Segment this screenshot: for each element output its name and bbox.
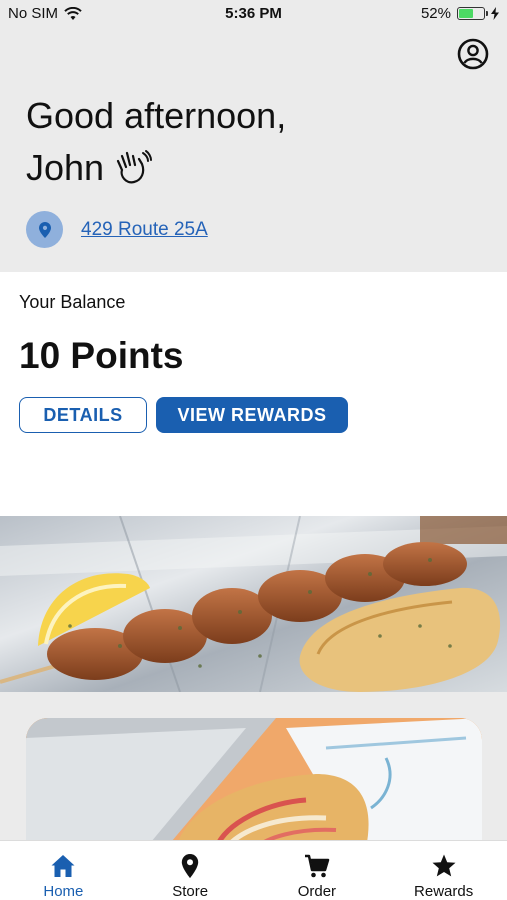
promo-food-image[interactable]	[0, 516, 507, 692]
gyro-wrap-illustration	[26, 718, 482, 848]
star-icon	[432, 854, 456, 877]
waving-hand-icon	[116, 150, 153, 184]
location-pin-badge	[26, 211, 63, 248]
promo-card-gyro[interactable]	[26, 718, 482, 848]
tab-store[interactable]: Store	[127, 841, 254, 900]
battery-percent: 52%	[420, 5, 451, 22]
location-pin-icon	[38, 221, 51, 238]
battery-fill	[459, 9, 473, 18]
status-bar: No SIM 5:36 PM 52%	[0, 0, 507, 28]
location-pin-icon	[181, 854, 199, 878]
home-icon	[51, 855, 75, 877]
user-name: John	[26, 147, 105, 188]
souvlaki-plate-illustration	[0, 516, 507, 692]
greeting-line-2: John	[26, 142, 286, 194]
tab-label: Order	[297, 883, 337, 900]
tab-order[interactable]: Order	[254, 841, 381, 900]
balance-label: Your Balance	[19, 292, 126, 312]
view-rewards-button[interactable]: VIEW REWARDS	[156, 397, 348, 433]
store-location[interactable]: 429 Route 25A	[26, 211, 208, 248]
tab-rewards[interactable]: Rewards	[380, 841, 507, 900]
balance-actions: DETAILS VIEW REWARDS	[19, 397, 489, 433]
greeting-line-1: Good afternoon,	[26, 95, 287, 136]
greeting-text: Good afternoon, John	[26, 90, 286, 194]
battery-icon	[457, 7, 488, 20]
tab-label: Store	[172, 883, 209, 900]
charging-bolt-icon	[491, 7, 499, 20]
cart-icon	[304, 854, 330, 878]
bottom-tab-bar: Home Store Order Rewards	[0, 840, 507, 900]
greeting-header: Good afternoon, John 429 Route 25A	[0, 28, 507, 272]
status-right: 52%	[421, 5, 499, 22]
points-balance: 10 Points	[19, 335, 184, 376]
details-button[interactable]: DETAILS	[19, 397, 147, 433]
profile-icon[interactable]	[457, 38, 489, 70]
address-link[interactable]: 429 Route 25A	[81, 219, 208, 241]
tab-label: Home	[43, 883, 84, 900]
tab-label: Rewards	[414, 883, 474, 900]
balance-section: Your Balance 10 Points DETAILS VIEW REWA…	[19, 272, 489, 433]
tab-home[interactable]: Home	[0, 841, 127, 900]
